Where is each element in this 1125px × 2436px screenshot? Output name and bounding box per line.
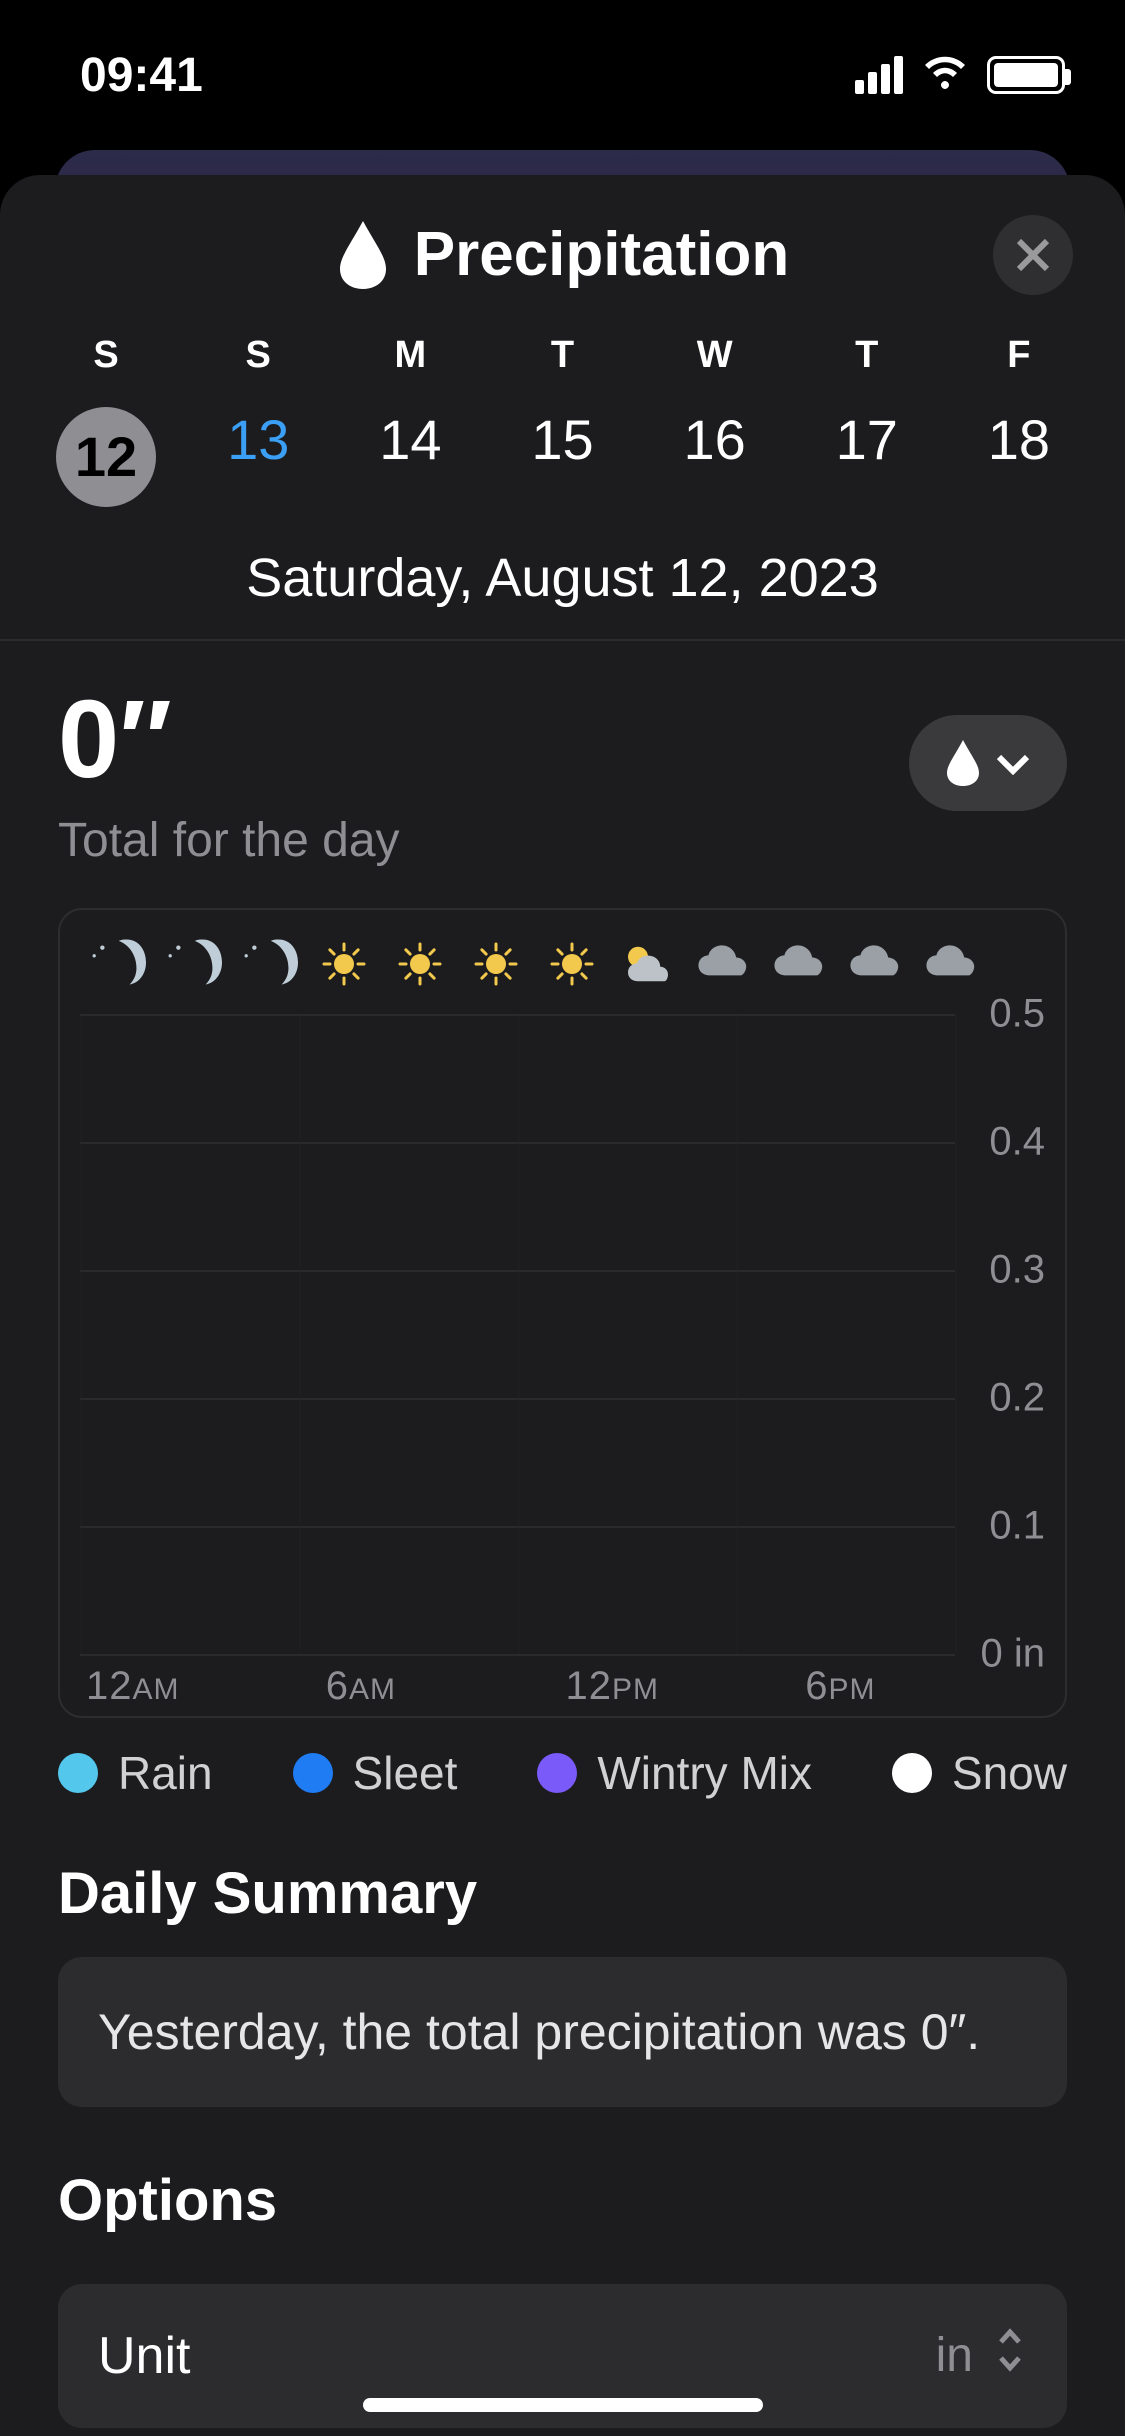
chart-yaxis: 0.50.40.30.20.10 in xyxy=(955,1014,1045,1654)
day-cell[interactable]: T 15 xyxy=(486,334,638,507)
partly-cloudy-icon xyxy=(618,934,678,994)
close-button[interactable] xyxy=(993,215,1073,295)
precipitation-sheet: Precipitation S12S13M14T15W16T17F18 Satu… xyxy=(0,175,1125,2436)
sheet-title: Precipitation xyxy=(414,219,790,290)
legend-label: Rain xyxy=(118,1746,213,1800)
chart-xaxis: 12AM6AM12PM6PM xyxy=(80,1654,1045,1709)
chart-type-menu[interactable] xyxy=(909,715,1067,811)
cloudy-icon xyxy=(694,934,754,994)
close-icon xyxy=(1013,235,1053,275)
ytick-label: 0.4 xyxy=(989,1119,1045,1164)
xtick-label: 6AM xyxy=(326,1664,566,1709)
clear-night-icon xyxy=(86,934,146,994)
status-right xyxy=(855,48,1065,103)
legend-item: Snow xyxy=(892,1746,1067,1800)
wifi-icon xyxy=(921,48,969,103)
sunny-icon xyxy=(542,934,602,994)
ytick-label: 0.1 xyxy=(989,1503,1045,1548)
precipitation-icon xyxy=(336,221,390,289)
legend-swatch xyxy=(537,1753,577,1793)
day-number: 17 xyxy=(791,407,943,472)
chevron-down-icon xyxy=(995,751,1031,775)
home-indicator[interactable] xyxy=(363,2398,763,2412)
chart-plot xyxy=(80,1014,955,1654)
cellular-icon xyxy=(855,56,903,94)
legend-swatch xyxy=(58,1753,98,1793)
day-cell[interactable]: T 17 xyxy=(791,334,943,507)
day-number: 16 xyxy=(639,407,791,472)
sheet-header: Precipitation xyxy=(0,175,1125,324)
legend-swatch xyxy=(293,1753,333,1793)
battery-icon xyxy=(987,56,1065,94)
ytick-label: 0.3 xyxy=(989,1247,1045,1292)
clear-night-icon xyxy=(162,934,222,994)
day-letter: F xyxy=(943,334,1095,377)
legend-item: Sleet xyxy=(293,1746,458,1800)
daily-summary-card: Yesterday, the total precipitation was 0… xyxy=(58,1957,1067,2107)
clear-night-icon xyxy=(238,934,298,994)
day-cell[interactable]: S 13 xyxy=(182,334,334,507)
drop-icon xyxy=(945,740,981,786)
full-date: Saturday, August 12, 2023 xyxy=(0,507,1125,639)
day-letter: S xyxy=(182,334,334,377)
day-picker: S12S13M14T15W16T17F18 xyxy=(0,324,1125,507)
xtick-label: 12PM xyxy=(566,1664,806,1709)
day-number: 13 xyxy=(182,407,334,472)
chart-legend: Rain Sleet Wintry Mix Snow xyxy=(0,1718,1125,1800)
unit-label: Unit xyxy=(98,2326,190,2386)
legend-label: Snow xyxy=(952,1746,1067,1800)
status-time: 09:41 xyxy=(80,48,203,103)
unit-value: in xyxy=(936,2328,973,2383)
day-number: 12 xyxy=(30,407,182,507)
sunny-icon xyxy=(314,934,374,994)
options-title: Options xyxy=(0,2107,1125,2264)
daily-summary-title: Daily Summary xyxy=(0,1800,1125,1957)
day-cell[interactable]: W 16 xyxy=(639,334,791,507)
xtick-label: 12AM xyxy=(86,1664,326,1709)
legend-label: Wintry Mix xyxy=(597,1746,812,1800)
day-letter: T xyxy=(791,334,943,377)
legend-label: Sleet xyxy=(353,1746,458,1800)
cloudy-icon xyxy=(770,934,830,994)
day-number: 14 xyxy=(334,407,486,472)
day-letter: W xyxy=(639,334,791,377)
sunny-icon xyxy=(466,934,526,994)
up-down-icon xyxy=(993,2324,1027,2388)
total-value: 0″ xyxy=(58,685,400,795)
hourly-conditions-row xyxy=(80,934,1045,1006)
precipitation-chart[interactable]: 0.5 0.4 0.3 0.2 0.1 0 in 12AM6AM12PM6PM xyxy=(58,908,1067,1718)
cloudy-icon xyxy=(922,934,982,994)
cloudy-icon xyxy=(846,934,906,994)
ytick-label: 0 in xyxy=(981,1631,1046,1676)
day-number: 18 xyxy=(943,407,1095,472)
day-letter: S xyxy=(30,334,182,377)
day-letter: M xyxy=(334,334,486,377)
legend-swatch xyxy=(892,1753,932,1793)
total-row: 0″ Total for the day xyxy=(0,641,1125,888)
day-cell[interactable]: F 18 xyxy=(943,334,1095,507)
chart-grid: 0.50.40.30.20.10 in xyxy=(80,1014,1045,1654)
ytick-label: 0.5 xyxy=(989,991,1045,1036)
day-cell[interactable]: M 14 xyxy=(334,334,486,507)
sunny-icon xyxy=(390,934,450,994)
ytick-label: 0.2 xyxy=(989,1375,1045,1420)
status-bar: 09:41 xyxy=(0,0,1125,140)
legend-item: Rain xyxy=(58,1746,213,1800)
legend-item: Wintry Mix xyxy=(537,1746,812,1800)
day-cell[interactable]: S 12 xyxy=(30,334,182,507)
day-number: 15 xyxy=(486,407,638,472)
total-subtitle: Total for the day xyxy=(58,813,400,868)
day-letter: T xyxy=(486,334,638,377)
